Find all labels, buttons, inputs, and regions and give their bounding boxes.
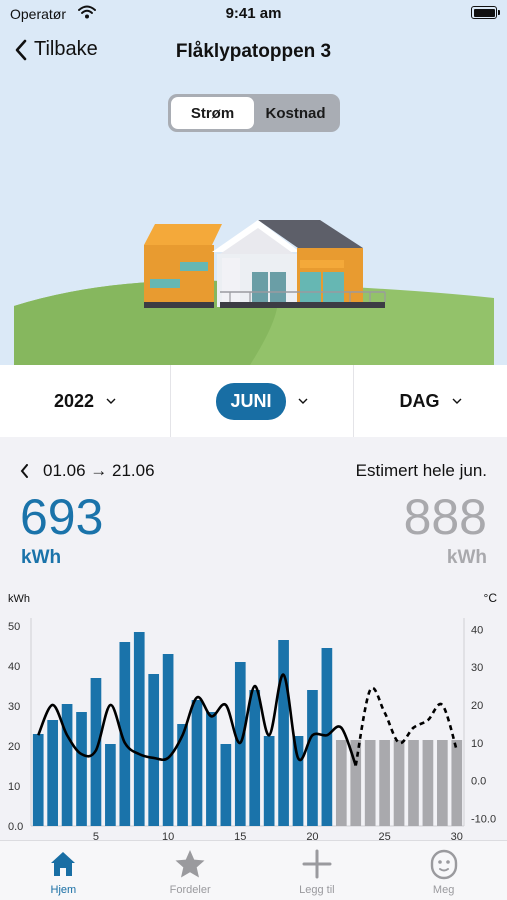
bar-estimate (379, 740, 390, 826)
date-range-label: 01.06 → 21.06 (43, 461, 155, 480)
face-icon (430, 849, 457, 880)
y-tick-label: 10 (8, 781, 20, 793)
y-tick-label: 0.0 (8, 821, 23, 833)
tab-home[interactable]: Hjem (0, 841, 127, 900)
status-bar: Operatør 9:41 am (0, 0, 507, 28)
bar-actual (133, 632, 145, 826)
tab-me-label: Meg (432, 884, 455, 896)
estimate-value: 888 (403, 489, 487, 545)
consumption-chart: kWh °C 0.0 10 20 30 40 50 -10.0 0.0 10 20 30 40 5 10 15 2… (8, 591, 498, 840)
year-label: 2022 (53, 390, 95, 411)
bar-actual (177, 724, 188, 826)
x-tick-label: 30 (451, 831, 463, 840)
house-illustration (14, 220, 494, 365)
bar-estimate (451, 740, 463, 826)
star-icon (175, 850, 205, 878)
month-selector[interactable]: JUNI (170, 365, 353, 437)
previous-period-button[interactable] (20, 464, 29, 478)
date-range: 01.06 → 21.06 (20, 461, 155, 481)
view-toggle: Strøm Kostnad (168, 94, 340, 132)
bar-actual (32, 734, 44, 826)
hero-section: Tilbake Flåklypatoppen 3 Strøm Kostnad (0, 28, 507, 365)
y2-tick-label: 20 (471, 700, 483, 712)
x-tick-label: 25 (378, 831, 390, 840)
bar-estimate (335, 740, 347, 826)
y-tick-label: 20 (8, 741, 20, 753)
chevron-left-icon (15, 39, 27, 60)
bar-estimate (393, 740, 405, 826)
bar-actual (278, 640, 289, 826)
clock: 9:41 am (225, 5, 282, 22)
bar-actual (105, 744, 116, 826)
x-tick-label: 15 (234, 831, 246, 840)
bar-actual (321, 648, 333, 826)
chevron-left-icon (20, 464, 28, 478)
tab-home-label: Hjem (50, 884, 77, 896)
x-tick-label: 10 (162, 831, 174, 840)
bar-estimate (437, 740, 448, 826)
y2-tick-label: 40 (471, 624, 483, 636)
bar-estimate (408, 740, 419, 826)
bar-actual (76, 712, 87, 826)
chevron-down-icon (298, 398, 307, 404)
bar-actual (249, 690, 261, 826)
y-tick-label: 30 (8, 701, 20, 713)
tab-me[interactable]: Meg (380, 841, 507, 900)
bar-actual (206, 712, 217, 826)
bar-actual (191, 700, 203, 826)
y2-tick-label: 30 (471, 662, 483, 674)
bar-actual (148, 674, 160, 826)
consumption-unit: kWh (21, 547, 62, 568)
period-selector: 2022 JUNI DAG (0, 365, 507, 437)
year-selector[interactable]: 2022 (0, 365, 170, 437)
estimate-label: Estimert hele jun. (355, 461, 487, 480)
tab-add-label: Legg til (299, 884, 335, 896)
bar-actual (162, 654, 174, 826)
y-tick-label: 40 (8, 661, 20, 673)
y-axis-unit: kWh (8, 593, 30, 605)
resolution-selector[interactable]: DAG (353, 365, 507, 437)
y-tick-label: 50 (8, 621, 20, 633)
segment-cost[interactable]: Kostnad (254, 97, 337, 129)
bar-actual (220, 744, 232, 826)
bar-actual (292, 736, 304, 826)
house-icon (51, 852, 76, 876)
chevron-down-icon (106, 398, 116, 404)
bar-actual (307, 690, 318, 826)
x-tick-label: 5 (93, 831, 99, 840)
month-label: JUNI (216, 382, 286, 420)
back-label: Tilbake (34, 38, 98, 60)
tab-benefits[interactable]: Fordeler (127, 841, 254, 900)
bar-estimate (364, 740, 376, 826)
chevron-down-icon (452, 398, 461, 404)
plus-icon (302, 849, 332, 879)
bar-estimate (422, 740, 434, 826)
bar-actual (61, 704, 73, 826)
y2-tick-label: 0.0 (471, 776, 486, 788)
bar-actual (263, 736, 275, 826)
tab-benefits-label: Fordeler (169, 884, 211, 896)
battery-icon (471, 6, 500, 19)
resolution-label: DAG (399, 390, 440, 411)
bar-actual (47, 720, 58, 826)
tab-add[interactable]: Legg til (254, 841, 381, 900)
segment-power[interactable]: Strøm (171, 97, 254, 129)
back-button[interactable]: Tilbake (14, 38, 98, 61)
y2-axis-unit: °C (484, 591, 498, 605)
estimate-unit: kWh (446, 547, 487, 568)
y2-tick-label: 10 (471, 738, 483, 750)
consumption-value: 693 (20, 489, 104, 545)
x-tick-label: 20 (306, 831, 318, 840)
tab-bar: Hjem Fordeler Legg til Meg (0, 840, 507, 900)
y2-tick-label: -10.0 (471, 813, 496, 825)
